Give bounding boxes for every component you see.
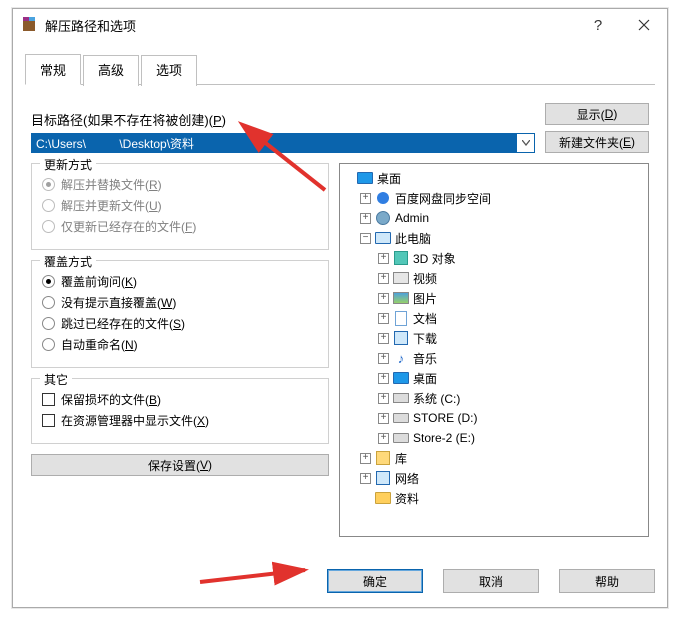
- user-icon: [375, 210, 391, 226]
- tree-node-thispc[interactable]: −此电脑: [342, 228, 646, 248]
- tree-node-admin[interactable]: +Admin: [342, 208, 646, 228]
- radio-icon: [42, 317, 55, 330]
- tree-node-sysdrive[interactable]: +系统 (C:): [342, 388, 646, 408]
- window-title: 解压路径和选项: [45, 16, 575, 35]
- expand-icon[interactable]: +: [378, 373, 389, 384]
- tab-body: 目标路径(如果不存在将被创建)(P) 显示(D) 新建文件夹(E): [25, 85, 655, 537]
- radio-freshen-existing: 仅更新已经存在的文件(F): [42, 218, 318, 235]
- radio-overwrite-silent[interactable]: 没有提示直接覆盖(W): [42, 294, 318, 311]
- collapse-icon[interactable]: −: [360, 233, 371, 244]
- dialog-window: 解压路径和选项 ? 常规 高级 选项 目标路径(如果不存在将被创建)(P): [12, 8, 668, 608]
- check-keep-broken[interactable]: 保留损坏的文件(B): [42, 391, 318, 408]
- group-misc: 其它 保留损坏的文件(B) 在资源管理器中显示文件(X): [31, 378, 329, 444]
- expand-icon[interactable]: +: [360, 193, 371, 204]
- dialog-buttons: 确定 取消 帮助: [25, 569, 655, 593]
- tree-node-docs[interactable]: +文档: [342, 308, 646, 328]
- group-update-mode: 更新方式 解压并替换文件(R) 解压并更新文件(U) 仅更新已经存在的文件(F): [31, 163, 329, 250]
- checkbox-icon: [42, 414, 55, 427]
- show-button[interactable]: 显示(D): [545, 103, 649, 125]
- close-icon[interactable]: [621, 9, 667, 41]
- tab-options[interactable]: 选项: [141, 55, 197, 86]
- radio-extract-replace: 解压并替换文件(R): [42, 176, 318, 193]
- tree-node-video[interactable]: +视频: [342, 268, 646, 288]
- monitor-icon: [393, 370, 409, 386]
- library-icon: [375, 450, 391, 466]
- legend-update: 更新方式: [40, 156, 96, 173]
- radio-auto-rename[interactable]: 自动重命名(N): [42, 336, 318, 353]
- drive-icon: [393, 430, 409, 446]
- expand-icon[interactable]: +: [378, 433, 389, 444]
- titlebar: 解压路径和选项 ?: [13, 9, 667, 41]
- radio-skip-existing[interactable]: 跳过已经存在的文件(S): [42, 315, 318, 332]
- download-icon: [393, 330, 409, 346]
- ok-button[interactable]: 确定: [327, 569, 423, 593]
- radio-ask-overwrite[interactable]: 覆盖前询问(K): [42, 273, 318, 290]
- expand-icon[interactable]: +: [378, 353, 389, 364]
- checkbox-icon: [42, 393, 55, 406]
- group-overwrite-mode: 覆盖方式 覆盖前询问(K) 没有提示直接覆盖(W) 跳过已经存在的文件(S): [31, 260, 329, 368]
- tree-node-ziliao[interactable]: 资料: [342, 488, 646, 508]
- radio-icon: [42, 338, 55, 351]
- new-folder-button[interactable]: 新建文件夹(E): [545, 131, 649, 153]
- app-icon: [21, 17, 37, 33]
- radio-icon: [42, 296, 55, 309]
- network-icon: [375, 470, 391, 486]
- help-button[interactable]: 帮助: [559, 569, 655, 593]
- expand-icon[interactable]: +: [360, 453, 371, 464]
- help-icon[interactable]: ?: [575, 9, 621, 41]
- path-combobox[interactable]: [31, 133, 535, 153]
- document-icon: [393, 310, 409, 326]
- radio-extract-update: 解压并更新文件(U): [42, 197, 318, 214]
- tree-node-desk2[interactable]: +桌面: [342, 368, 646, 388]
- tab-general[interactable]: 常规: [25, 54, 81, 85]
- expand-icon[interactable]: +: [378, 253, 389, 264]
- expand-icon[interactable]: +: [378, 293, 389, 304]
- radio-icon: [42, 199, 55, 212]
- pc-icon: [375, 230, 391, 246]
- tab-advanced[interactable]: 高级: [83, 55, 139, 86]
- check-show-in-explorer[interactable]: 在资源管理器中显示文件(X): [42, 412, 318, 429]
- tree-node-baidu[interactable]: +百度网盘同步空间: [342, 188, 646, 208]
- cancel-button[interactable]: 取消: [443, 569, 539, 593]
- tree-node-3d[interactable]: +3D 对象: [342, 248, 646, 268]
- image-icon: [393, 290, 409, 306]
- radio-icon: [42, 275, 55, 288]
- expand-icon[interactable]: +: [378, 313, 389, 324]
- tree-node-network[interactable]: +网络: [342, 468, 646, 488]
- expand-icon[interactable]: +: [378, 333, 389, 344]
- path-input[interactable]: [32, 134, 516, 152]
- video-icon: [393, 270, 409, 286]
- drive-icon: [393, 410, 409, 426]
- tree-node-desktop[interactable]: 桌面: [342, 168, 646, 188]
- folder-icon: [375, 490, 391, 506]
- tab-strip: 常规 高级 选项: [25, 53, 655, 85]
- music-icon: ♪: [393, 350, 409, 366]
- expand-icon[interactable]: +: [378, 273, 389, 284]
- save-settings-button[interactable]: 保存设置(V): [31, 454, 329, 476]
- expand-icon[interactable]: +: [360, 213, 371, 224]
- legend-overwrite: 覆盖方式: [40, 253, 96, 270]
- monitor-icon: [357, 170, 373, 186]
- expand-icon[interactable]: +: [378, 413, 389, 424]
- expand-icon[interactable]: +: [360, 473, 371, 484]
- folder-tree[interactable]: 桌面 +百度网盘同步空间 +Admin −此电脑 +3D 对象 +视频 +图片 …: [339, 163, 649, 537]
- radio-icon: [42, 178, 55, 191]
- content-area: 常规 高级 选项 目标路径(如果不存在将被创建)(P): [13, 41, 667, 549]
- radio-icon: [42, 220, 55, 233]
- tree-node-library[interactable]: +库: [342, 448, 646, 468]
- tree-node-music[interactable]: +♪音乐: [342, 348, 646, 368]
- path-label: 目标路径(如果不存在将被创建)(P): [31, 110, 535, 129]
- tree-node-pictures[interactable]: +图片: [342, 288, 646, 308]
- chevron-down-icon[interactable]: [516, 134, 534, 152]
- tree-node-downloads[interactable]: +下载: [342, 328, 646, 348]
- legend-misc: 其它: [40, 371, 72, 388]
- tree-node-store2-e[interactable]: +Store-2 (E:): [342, 428, 646, 448]
- drive-icon: [393, 390, 409, 406]
- baidu-icon: [375, 190, 391, 206]
- cube-icon: [393, 250, 409, 266]
- expand-icon[interactable]: +: [378, 393, 389, 404]
- tree-node-store-d[interactable]: +STORE (D:): [342, 408, 646, 428]
